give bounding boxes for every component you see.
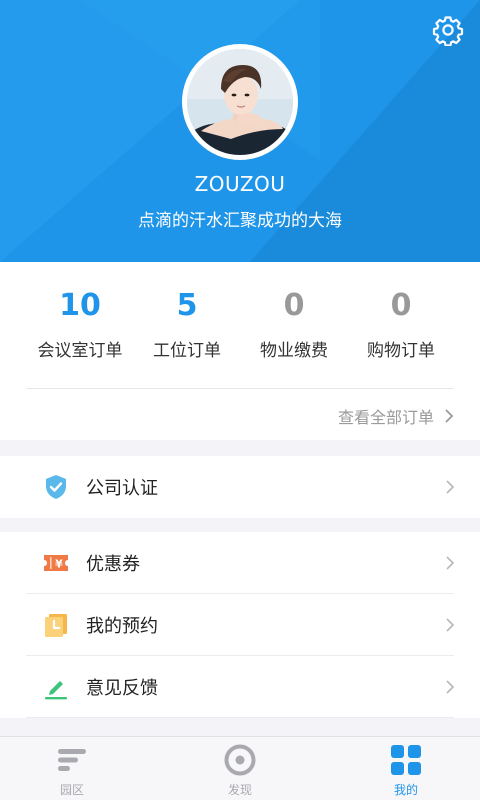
chevron-right-icon	[446, 480, 455, 494]
stat-workstation-orders[interactable]: 5 工位订单	[127, 286, 247, 361]
tab-park[interactable]: 园区	[32, 743, 112, 798]
chevron-right-icon	[445, 409, 454, 423]
shield-check-icon	[46, 475, 66, 499]
menu-item-feedback[interactable]: 意见反馈	[0, 656, 480, 718]
coupon-ticket-icon: ¥	[44, 555, 68, 571]
tab-label: 园区	[59, 783, 84, 797]
stat-label: 物业缴费	[260, 341, 328, 361]
stat-label: 购物订单	[367, 341, 435, 361]
stat-count: 5	[176, 288, 198, 323]
stat-count: 10	[59, 288, 101, 323]
calendar-clock-icon	[45, 614, 67, 637]
grid-apps-icon	[391, 745, 421, 775]
divider	[26, 388, 454, 389]
order-stats-card: 10 会议室订单 5 工位订单 0 物业缴费 0 购物订单 查看全部订单	[0, 262, 480, 440]
view-all-orders-link[interactable]: 查看全部订单	[338, 404, 434, 428]
stat-label: 工位订单	[153, 341, 221, 361]
stat-label: 会议室订单	[37, 341, 123, 361]
avatar-photo	[187, 49, 293, 155]
menu-item-my-reservations[interactable]: 我的预约	[0, 594, 480, 656]
tab-label: 我的	[393, 783, 418, 797]
tab-label: 发现	[227, 783, 252, 797]
stat-count: 0	[390, 288, 412, 323]
stat-shopping-orders[interactable]: 0 购物订单	[341, 286, 461, 361]
chevron-right-icon	[446, 680, 455, 694]
username: ZOUZOU	[194, 172, 286, 196]
menu-label: 意见反馈	[86, 678, 158, 699]
stat-count: 0	[283, 288, 305, 323]
profile-motto: 点滴的汗水汇聚成功的大海	[138, 211, 342, 231]
avatar[interactable]	[182, 44, 298, 160]
menu-label: 我的预约	[86, 616, 158, 637]
list-lines-icon	[58, 749, 86, 771]
bottom-tab-bar: 园区 发现 我的	[0, 736, 480, 800]
menu-label: 公司认证	[86, 478, 158, 499]
discover-compass-icon	[224, 744, 256, 776]
profile-header: ZOUZOU 点滴的汗水汇聚成功的大海	[0, 0, 480, 262]
divider	[26, 717, 454, 718]
menu-label: 优惠券	[86, 554, 140, 575]
tab-mine[interactable]: 我的	[366, 743, 446, 798]
menu-item-company-auth[interactable]: 公司认证	[0, 456, 480, 518]
menu-item-coupons[interactable]: ¥ 优惠券	[0, 532, 480, 594]
pencil-edit-icon	[45, 681, 67, 700]
settings-gear-icon[interactable]	[432, 14, 464, 46]
chevron-right-icon	[446, 618, 455, 632]
stat-property-fees[interactable]: 0 物业缴费	[234, 286, 354, 361]
tab-discover[interactable]: 发现	[200, 743, 280, 798]
chevron-right-icon	[446, 556, 455, 570]
stat-meeting-room-orders[interactable]: 10 会议室订单	[20, 286, 140, 361]
svg-text:¥: ¥	[55, 558, 63, 571]
